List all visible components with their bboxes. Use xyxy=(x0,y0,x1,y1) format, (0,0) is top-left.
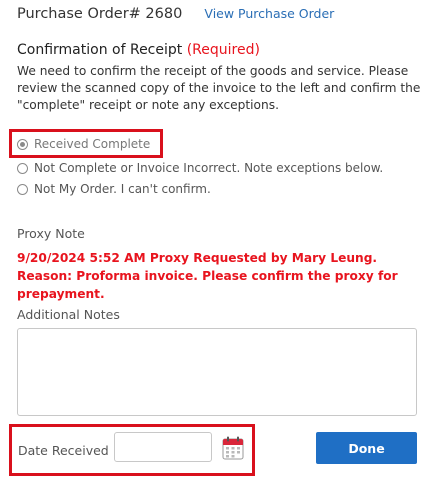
additional-notes-textarea[interactable] xyxy=(17,328,417,416)
date-received-input[interactable] xyxy=(114,432,212,462)
proxy-note-title: Proxy Note xyxy=(17,226,85,241)
required-marker: (Required) xyxy=(186,42,260,58)
proxy-note-text: 9/20/2024 5:52 AM Proxy Requested by Mar… xyxy=(17,251,398,301)
confirmation-description: We need to confirm the receipt of the go… xyxy=(17,64,421,112)
po-header: Purchase Order# 2680 View Purchase Order xyxy=(17,3,334,22)
radio-label-received-complete: Received Complete xyxy=(34,137,151,151)
done-button[interactable]: Done xyxy=(316,432,417,464)
radio-button-selected[interactable] xyxy=(17,138,28,150)
radio-not-complete[interactable]: Not Complete or Invoice Incorrect. Note … xyxy=(17,159,383,177)
radio-label-not-complete: Not Complete or Invoice Incorrect. Note … xyxy=(34,161,384,175)
radio-button[interactable] xyxy=(17,162,28,174)
receipt-confirmation-page: Purchase Order# 2680 View Purchase Order… xyxy=(0,0,436,488)
confirmation-title-text: Confirmation of Receipt xyxy=(17,42,183,58)
confirmation-title: Confirmation of Receipt (Required) xyxy=(17,42,260,58)
po-title: Purchase Order# 2680 xyxy=(17,6,183,22)
radio-label-not-my-order: Not My Order. I can't confirm. xyxy=(34,182,211,196)
radio-button[interactable] xyxy=(17,183,28,195)
date-received-label: Date Received xyxy=(18,443,109,458)
calendar-icon[interactable] xyxy=(222,436,244,460)
additional-notes-title: Additional Notes xyxy=(17,307,120,322)
view-purchase-order-link[interactable]: View Purchase Order xyxy=(204,6,334,21)
radio-received-complete[interactable]: Received Complete xyxy=(17,135,150,153)
radio-not-my-order[interactable]: Not My Order. I can't confirm. xyxy=(17,180,211,198)
